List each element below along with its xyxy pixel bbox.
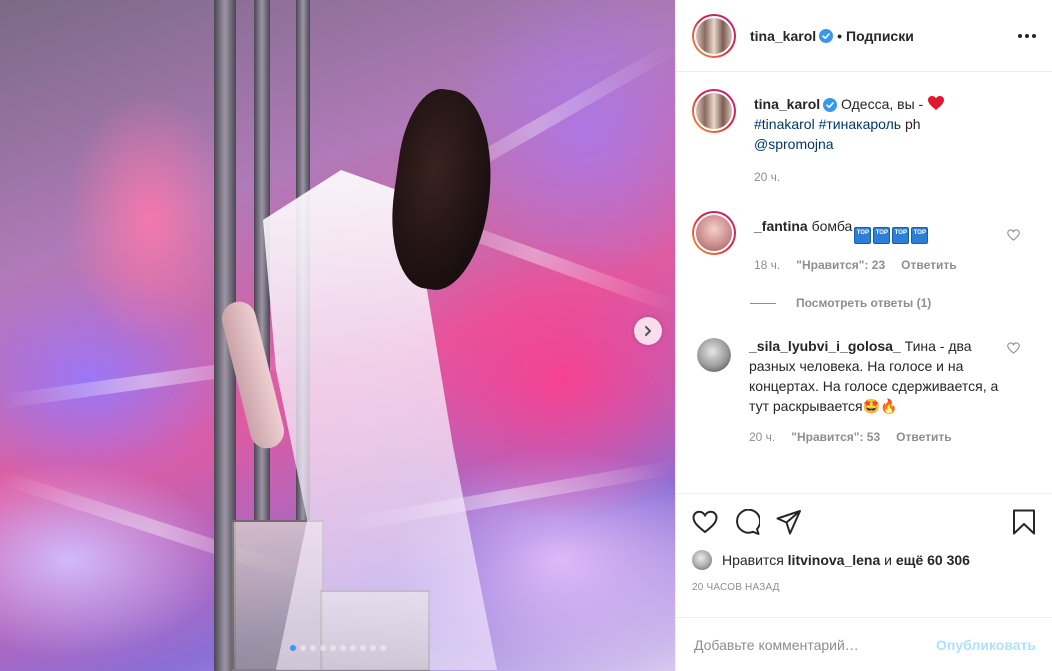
caption-hashtag[interactable]: #tinakarol [754, 116, 815, 132]
caption-mention[interactable]: @spromojna [754, 136, 834, 152]
top-emoji-icon: TOP [892, 227, 910, 244]
carousel-dot [319, 645, 326, 651]
comment-author[interactable]: _sila_lyubvi_i_golosa_ [749, 338, 901, 354]
bookmark-icon[interactable] [1012, 509, 1036, 535]
carousel-dot [359, 645, 366, 651]
likes-prefix: Нравится [722, 552, 784, 568]
view-replies-button[interactable]: Посмотреть ответы (1) [750, 296, 1036, 310]
replies-divider [750, 302, 776, 304]
comments-list: tina_karol Одесса, вы - #tinakarol #тина… [676, 73, 1052, 493]
caption-author[interactable]: tina_karol [754, 96, 820, 112]
view-replies-label: Посмотреть ответы (1) [796, 296, 932, 310]
caption-hashtag[interactable]: #тинакароль [819, 116, 901, 132]
carousel-dot [379, 645, 386, 651]
add-comment-bar: Добавьте комментарий… Опубликовать [676, 617, 1052, 671]
performer-hair [381, 84, 504, 296]
carousel-indicator [0, 645, 675, 651]
verified-badge-icon [823, 98, 838, 112]
comment-icon[interactable] [734, 509, 760, 535]
top-emoji-icon: TOP [911, 227, 929, 244]
post-sidebar: tina_karol • Подписки tina_karol Одесса,… [675, 0, 1052, 671]
caption: tina_karol Одесса, вы - #tinakarol #тина… [692, 89, 1036, 184]
heart-icon[interactable] [692, 510, 718, 534]
caption-text: Одесса, вы - [841, 96, 924, 112]
commenter-avatar[interactable] [692, 211, 736, 255]
likes-count[interactable]: ещё 60 306 [896, 552, 970, 568]
likes-middle: и [884, 552, 892, 568]
chevron-right-icon [645, 326, 651, 336]
caption-timestamp[interactable]: 20 ч. [754, 170, 780, 184]
top-emoji-icon: TOP [873, 227, 891, 244]
share-icon[interactable] [776, 509, 802, 535]
author-avatar[interactable] [692, 13, 736, 58]
comment-likes[interactable]: "Нравится": 23 [796, 258, 885, 272]
comment-item: _sila_lyubvi_i_golosa_ Тина - два разных… [692, 336, 1036, 444]
carousel-dot [289, 645, 296, 651]
top-emoji-icon: TOP [854, 227, 872, 244]
comment-input[interactable]: Добавьте комментарий… [694, 637, 936, 653]
verified-badge-icon [819, 28, 834, 43]
like-comment-heart-icon[interactable] [1007, 229, 1020, 241]
post-timestamp[interactable]: 20 ЧАСОВ НАЗАД [692, 582, 1036, 593]
comment-timestamp[interactable]: 18 ч. [754, 258, 780, 272]
carousel-dot [339, 645, 346, 651]
carousel-dot [309, 645, 316, 651]
reply-button[interactable]: Ответить [901, 258, 956, 272]
comment-text: бомба [811, 218, 853, 234]
comment-likes[interactable]: "Нравится": 53 [791, 430, 880, 444]
caption-suffix: ph [904, 116, 921, 132]
header-separator: • [837, 27, 843, 44]
reply-button[interactable]: Ответить [896, 430, 951, 444]
post-media[interactable] [0, 0, 675, 671]
next-slide-button[interactable] [634, 317, 662, 345]
commenter-avatar[interactable] [697, 338, 731, 372]
comment-author[interactable]: _fantina [754, 218, 808, 234]
author-username[interactable]: tina_karol [750, 28, 816, 44]
carousel-dot [329, 645, 336, 651]
carousel-dot [299, 645, 306, 651]
post-header: tina_karol • Подписки [676, 0, 1052, 72]
comment-item: _fantina бомба TOP TOP TOP TOP 18 ч. "Нравит… [692, 211, 1036, 272]
liker-avatar[interactable] [692, 550, 712, 570]
carousel-dot [349, 645, 356, 651]
red-heart-emoji-icon [928, 96, 945, 110]
likes-summary: Нравится litvinova_lena и ещё 60 306 [692, 550, 1036, 570]
publish-button[interactable]: Опубликовать [936, 637, 1036, 653]
comment-timestamp[interactable]: 20 ч. [749, 430, 775, 444]
post-actions: Нравится litvinova_lena и ещё 60 306 20 … [676, 493, 1052, 617]
carousel-dot [369, 645, 376, 651]
following-button[interactable]: Подписки [846, 28, 914, 44]
like-comment-heart-icon[interactable] [1007, 342, 1020, 354]
caption-author-avatar[interactable] [692, 89, 736, 133]
more-options-icon[interactable] [1018, 33, 1036, 38]
liker-username[interactable]: litvinova_lena [788, 552, 881, 568]
